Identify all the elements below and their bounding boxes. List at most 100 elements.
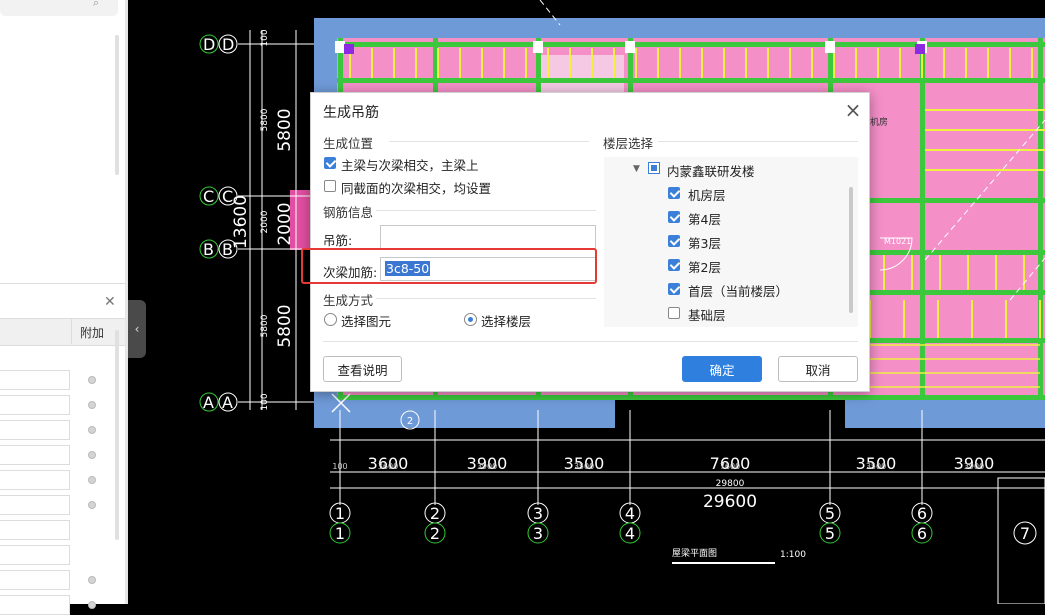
- project-node[interactable]: 内蒙鑫联研发楼: [667, 161, 755, 180]
- addon-radio[interactable]: [88, 501, 96, 509]
- divider: [389, 141, 589, 142]
- method-select-elements-label[interactable]: 选择图元: [341, 311, 391, 330]
- cancel-button[interactable]: 取消: [778, 356, 858, 382]
- property-value-cell[interactable]: [0, 370, 70, 390]
- opt2-label[interactable]: 同截面的次梁相交，均设置: [341, 178, 491, 197]
- col-dim-small: 3900: [964, 462, 984, 471]
- opt2-checkbox[interactable]: [324, 180, 336, 192]
- property-value-cell[interactable]: [0, 395, 70, 415]
- axis-label-col: 6: [917, 504, 927, 523]
- row-dim: 5800: [275, 304, 295, 347]
- beam-h: [337, 78, 1045, 83]
- floor-checkbox[interactable]: [668, 235, 680, 247]
- addon-radio[interactable]: [88, 376, 96, 384]
- floor-checkbox[interactable]: [668, 307, 680, 319]
- collapse-panel-button[interactable]: ‹: [128, 300, 146, 358]
- col-dim-small: 3500: [866, 462, 886, 471]
- axis-label-row: C: [203, 187, 214, 206]
- axis-label-col: 5: [825, 524, 835, 543]
- floor-label[interactable]: 第4层: [688, 209, 721, 228]
- hanger-input[interactable]: [380, 225, 596, 249]
- floor-checkbox[interactable]: [668, 259, 680, 271]
- property-value-cell[interactable]: [0, 470, 70, 490]
- axis-label-row: D: [222, 35, 234, 54]
- property-value-cell[interactable]: [0, 420, 70, 440]
- col-dim-small: 3900: [477, 462, 497, 471]
- tree-scrollbar[interactable]: [849, 187, 853, 313]
- addon-radio[interactable]: [88, 401, 96, 409]
- floor-checkbox[interactable]: [668, 283, 680, 295]
- addon-radio[interactable]: [88, 576, 96, 584]
- highlight-annotation: [301, 248, 597, 284]
- property-value-cell[interactable]: [0, 545, 70, 565]
- divider: [323, 341, 858, 342]
- axis-label-col: 4: [625, 524, 635, 543]
- property-value-cell[interactable]: [0, 595, 70, 615]
- property-value-cell[interactable]: [0, 495, 70, 515]
- close-icon[interactable]: ✕: [104, 294, 116, 310]
- col-dim-small: 7600: [720, 462, 740, 471]
- axis-label-col: 7: [1020, 524, 1030, 543]
- axis-label-col: 1: [335, 524, 345, 543]
- floor-label[interactable]: 第3层: [688, 233, 721, 252]
- generate-hanger-dialog: 生成吊筋 × 生成位置 主梁与次梁相交，主梁上 同截面的次梁相交，均设置 钢筋信…: [310, 92, 870, 392]
- scrollbar[interactable]: [115, 35, 119, 175]
- table-header: [0, 318, 125, 346]
- project-partial-checkbox[interactable]: [648, 162, 660, 174]
- addon-radio[interactable]: [88, 476, 96, 484]
- axis-label-col: 4: [625, 504, 635, 523]
- scrollbar-2[interactable]: [115, 330, 119, 540]
- axis-label-row: D: [203, 35, 215, 54]
- floor-checkbox[interactable]: [668, 187, 680, 199]
- partial-mark-icon: [651, 165, 657, 171]
- position-section-title: 生成位置: [323, 136, 374, 151]
- room-panel: [540, 55, 624, 97]
- help-button[interactable]: 查看说明: [323, 356, 402, 382]
- floor-checkbox[interactable]: [668, 211, 680, 223]
- caret-down-icon[interactable]: ▼: [633, 164, 640, 174]
- axis-label-row: A: [222, 393, 233, 412]
- method-select-floors-label[interactable]: 选择楼层: [481, 311, 531, 330]
- floor-label[interactable]: 机房层: [688, 185, 726, 204]
- door-label: M1021: [884, 237, 911, 246]
- addon-radio[interactable]: [88, 426, 96, 434]
- col-dim-small: 3500: [574, 462, 594, 471]
- rebar-section-title: 钢筋信息: [323, 205, 374, 220]
- row-dim-small: 5800: [260, 108, 270, 131]
- axis-label-col: 3: [533, 504, 543, 523]
- floor-label[interactable]: 首层（当前楼层）: [688, 281, 788, 300]
- property-value-cell[interactable]: [0, 570, 70, 590]
- total-horizontal-dim: 29600: [703, 492, 757, 512]
- close-icon[interactable]: ×: [843, 100, 863, 120]
- axis-label-col: 3: [533, 524, 543, 543]
- property-value-cell[interactable]: [0, 520, 70, 540]
- row-dim-small: 5800: [260, 314, 270, 337]
- col-dim-small: 3600: [378, 462, 398, 471]
- method-select-elements-radio[interactable]: [324, 313, 337, 326]
- opt1-checkbox[interactable]: [324, 157, 336, 169]
- divider: [376, 298, 596, 299]
- divider: [376, 210, 596, 211]
- ok-button[interactable]: 确定: [682, 356, 762, 382]
- col-dim-small: 100: [332, 462, 347, 471]
- marker: [344, 44, 354, 54]
- opt1-label[interactable]: 主梁与次梁相交，主梁上: [341, 155, 479, 174]
- property-value-cell[interactable]: [0, 445, 70, 465]
- method-select-floors-radio[interactable]: [464, 313, 477, 326]
- column-marker: [825, 41, 835, 53]
- addon-radio[interactable]: [88, 601, 96, 609]
- drawing-title: 屋梁平面图: [672, 547, 717, 559]
- floor-label[interactable]: 第2层: [688, 257, 721, 276]
- hanger-label: 吊筋:: [323, 233, 353, 248]
- floor-label[interactable]: 基础层: [688, 305, 726, 324]
- column-marker: [625, 41, 635, 53]
- row-dim-small: 2000: [260, 210, 270, 233]
- beam-h: [337, 42, 1045, 47]
- search-icon[interactable]: ⌕: [93, 0, 99, 10]
- row-dim-small: 100: [260, 393, 270, 410]
- total-vertical-dim: 13600: [231, 195, 251, 249]
- chevron-left-icon: ‹: [134, 322, 140, 336]
- divider: [0, 283, 125, 284]
- search-bar[interactable]: [0, 0, 118, 16]
- addon-radio[interactable]: [88, 451, 96, 459]
